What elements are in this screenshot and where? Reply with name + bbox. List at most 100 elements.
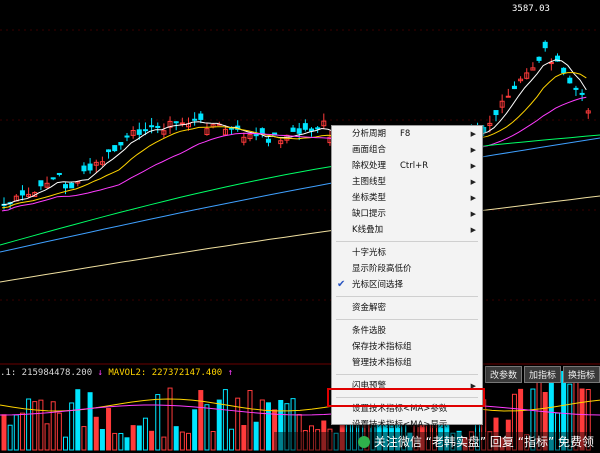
submenu-arrow-icon: ▶: [470, 130, 476, 138]
candle-body: [173, 121, 179, 124]
volume-bar: [63, 436, 68, 451]
candle-body: [548, 62, 554, 65]
candle-body: [38, 180, 44, 187]
candle-body: [296, 128, 302, 134]
volume-bar: [130, 425, 136, 451]
volume-bar: [118, 432, 124, 451]
submenu-arrow-icon: ▶: [470, 210, 476, 218]
volume-bar: [87, 392, 93, 451]
vol-value-1: .1: 215984478.200: [0, 368, 93, 378]
candle-body: [136, 129, 142, 135]
volume-bar: [247, 390, 253, 451]
menu-item-label: 分析周期: [352, 129, 387, 139]
candle-body: [536, 56, 542, 61]
volume-bar: [136, 425, 142, 451]
menu-item-label: 主图线型: [352, 177, 387, 187]
candle-body: [542, 41, 548, 49]
highlight-box: [327, 388, 485, 407]
candle-body: [142, 129, 148, 132]
candle-body: [81, 165, 87, 172]
menu-item[interactable]: 显示阶段高低价: [332, 261, 482, 277]
tab-change-params[interactable]: 改参数: [484, 366, 522, 383]
menu-item-label: 缺口提示: [352, 209, 387, 219]
candle-body: [112, 145, 118, 152]
volume-bar: [106, 407, 112, 451]
vol-value-2: MAVOL2: 227372147.400: [108, 368, 223, 378]
volume-bar: [161, 436, 167, 451]
candle-body: [19, 190, 25, 196]
menu-item[interactable]: ✔ 光标区间选择: [332, 277, 482, 293]
candle-body: [69, 182, 75, 189]
menu-item[interactable]: 十字光标: [332, 245, 482, 261]
menu-item-label: 画面组合: [352, 145, 387, 155]
context-menu: 分析周期 F8 ▶ 画面组合 ▶ 除权处理 Ctrl+R ▶ 主图线型 ▶ 坐标类型 ▶ 缺口提示 ▶ K线…: [331, 125, 483, 430]
volume-bar: [93, 416, 99, 451]
volume-bar: [222, 389, 228, 451]
submenu-arrow-icon: ▶: [470, 162, 476, 170]
tab-switch-indicator[interactable]: 换指标: [562, 366, 600, 383]
volume-bar: [81, 426, 87, 451]
menu-item-label: 除权处理: [352, 161, 387, 171]
volume-indicator-line: .1: 215984478.200 ↓ MAVOL2: 227372147.40…: [0, 368, 233, 378]
menu-separator: [336, 296, 478, 297]
volume-bar: [26, 398, 32, 451]
volume-bar: [7, 424, 13, 451]
volume-bar: [44, 423, 50, 451]
menu-item[interactable]: 除权处理 Ctrl+R ▶: [332, 158, 482, 174]
volume-bar: [179, 431, 185, 451]
candle-body: [309, 128, 314, 132]
volume-bar: [13, 414, 19, 451]
volume-bar: [1, 414, 7, 451]
menu-item-label: 坐标类型: [352, 193, 387, 203]
candle-body: [149, 125, 155, 128]
volume-bar: [142, 417, 148, 451]
menu-item[interactable]: 保存技术指标组: [332, 339, 482, 355]
volume-bar: [149, 430, 155, 451]
k-line-chart[interactable]: [0, 0, 600, 453]
candle-body: [573, 87, 579, 90]
menu-item[interactable]: 设置技术指标<MA>显示: [332, 417, 482, 433]
menu-item-label: 保存技术指标组: [352, 342, 412, 352]
volume-bar: [241, 425, 247, 451]
volume-bar: [112, 432, 118, 451]
submenu-arrow-icon: ▶: [470, 226, 476, 234]
candle-body: [315, 127, 321, 130]
volume-bar: [210, 431, 216, 451]
menu-item[interactable]: 资金解密: [332, 300, 482, 316]
volume-bar: [198, 390, 204, 451]
menu-item[interactable]: 主图线型 ▶: [332, 174, 482, 190]
menu-item[interactable]: 缺口提示 ▶: [332, 206, 482, 222]
candle-body: [87, 163, 93, 171]
candle-body: [579, 92, 585, 95]
menu-item[interactable]: K线叠加 ▶: [332, 222, 482, 238]
check-icon: ✔: [337, 279, 346, 290]
ma250-line: [0, 195, 600, 283]
candle-body: [505, 95, 511, 98]
volume-bar: [124, 437, 130, 451]
menu-item[interactable]: 管理技术指标组: [332, 355, 482, 371]
vol-arrow-2: ↑: [227, 368, 234, 378]
candle-body: [198, 113, 204, 120]
menu-item[interactable]: 坐标类型 ▶: [332, 190, 482, 206]
watermark: 关注微信 “老韩实盘” 回复 “指标” 免费领: [274, 432, 600, 453]
menu-separator: [336, 319, 478, 320]
watermark-text: 关注微信 “老韩实盘” 回复 “指标” 免费领: [373, 435, 594, 449]
menu-item-label: 设置技术指标<MA>显示: [352, 420, 448, 430]
volume-bar: [38, 399, 44, 451]
menu-item[interactable]: 分析周期 F8 ▶: [332, 126, 482, 142]
volume-bar: [19, 412, 25, 451]
menu-item-label: 管理技术指标组: [352, 358, 412, 368]
menu-item-label: 显示阶段高低价: [352, 264, 412, 274]
candle-body: [253, 134, 259, 137]
vol-arrow-1: ↓: [97, 368, 103, 378]
volume-bar: [235, 397, 241, 451]
volume-bar: [173, 426, 179, 451]
submenu-arrow-icon: ▶: [470, 146, 476, 154]
volume-bar: [99, 428, 105, 451]
tab-add-indicator[interactable]: 加指标: [523, 366, 561, 383]
menu-separator: [336, 374, 478, 375]
candle-body: [511, 85, 517, 90]
volume-bar: [155, 394, 161, 451]
menu-item[interactable]: 条件选股: [332, 323, 482, 339]
menu-item[interactable]: 画面组合 ▶: [332, 142, 482, 158]
